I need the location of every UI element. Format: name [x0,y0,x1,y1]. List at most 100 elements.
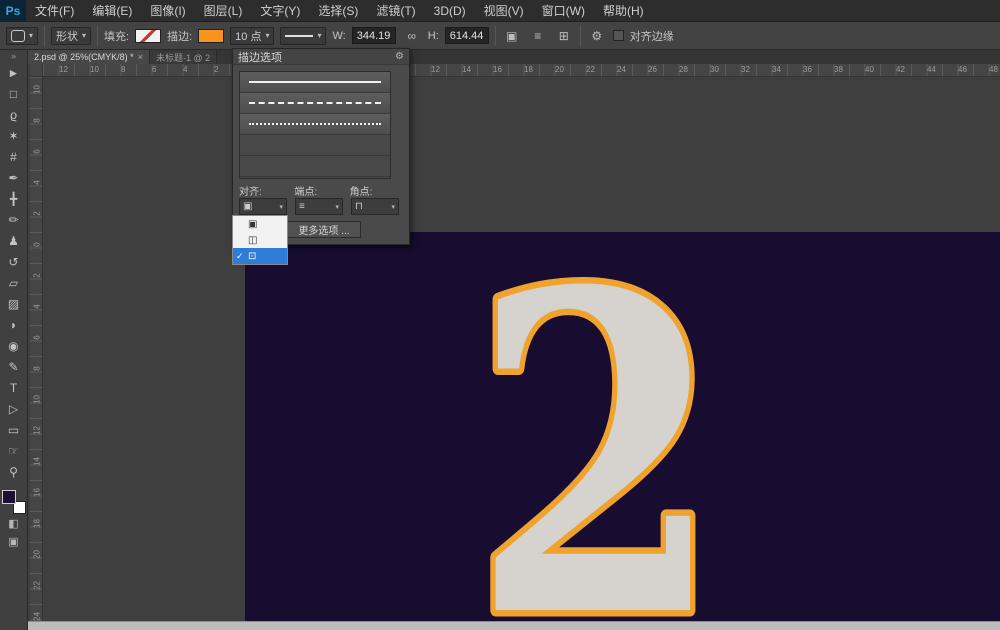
stroke-style-select[interactable]: ▾ [280,26,327,45]
quick-mask-icon[interactable]: ◧ [0,514,27,532]
type-tool[interactable]: T [0,377,27,398]
document-canvas[interactable]: 2 [245,191,1000,630]
h-ruler-label: 4 [183,65,188,74]
menu-item-视图(V)[interactable]: 视图(V) [475,0,533,22]
menu-item-窗口(W)[interactable]: 窗口(W) [533,0,594,22]
horizontal-ruler: 1210864202468101214161820222426283032343… [43,64,1000,77]
caps-combo[interactable]: ≡ ▾ [295,198,343,215]
menu-item-选择(S)[interactable]: 选择(S) [309,0,367,22]
width-input[interactable]: 344.19 [351,27,396,44]
more-options-button[interactable]: 更多选项 ... [287,221,361,238]
move-tool-icon: ► [7,65,20,80]
menu-item-图像(I)[interactable]: 图像(I) [141,0,194,22]
gear-icon[interactable]: ⚙ [587,27,607,45]
pen-tool[interactable]: ✎ [0,356,27,377]
path-operations-icon[interactable]: ▣ [502,27,522,45]
tool-mode-select[interactable]: 形状 ▾ [51,26,92,45]
clone-stamp-tool[interactable]: ♟ [0,230,27,251]
h-ruler-label: 20 [555,65,564,74]
hand-tool[interactable]: ☞ [0,440,27,461]
h-ruler-label: 38 [834,65,843,74]
menu-item-帮助(H)[interactable]: 帮助(H) [594,0,653,22]
v-ruler-label: 20 [32,550,42,559]
lasso-tool[interactable]: ϱ [0,104,27,125]
h-ruler-label: 18 [524,65,533,74]
dodge-tool-icon: ◉ [8,338,19,353]
v-ruler-label: 8 [32,118,42,123]
align-edges-label: 对齐边缘 [629,30,674,43]
menu-items: 文件(F) 编辑(E) 图像(I) 图层(L) 文字(Y) 选择(S) 滤镜(T) 3D(D)… [26,0,653,22]
dodge-tool[interactable]: ◉ [0,335,27,356]
menu-item-滤镜(T)[interactable]: 滤镜(T) [367,0,424,22]
eraser-tool[interactable]: ▱ [0,272,27,293]
corners-combo[interactable]: ⊓ ▾ [351,198,399,215]
foreground-color-swatch[interactable] [2,490,16,504]
width-value: 344.19 [356,29,391,42]
stroke-align-inside[interactable]: ✓▣ [233,216,287,232]
separator [44,25,46,46]
stroke-style-row-dashed[interactable] [240,93,390,114]
stroke-style-row-solid[interactable] [240,72,390,93]
tool-preset-picker[interactable]: ▾ [6,26,39,45]
crop-tool[interactable]: # [0,146,27,167]
stroke-width-field[interactable]: 10 点 ▾ [230,26,275,45]
stroke-style-row-empty[interactable] [240,135,390,156]
brush-tool[interactable]: ✏ [0,209,27,230]
align-combo[interactable]: ▣ ▾ [239,198,287,215]
screen-mode-icon[interactable]: ▣ [0,532,27,550]
menu-item-3D(D)[interactable]: 3D(D) [425,0,475,22]
shape-tool-icon: ▭ [7,422,20,437]
magic-wand-tool[interactable]: ✶ [0,125,27,146]
tool-mode-label: 形状 [56,30,79,43]
chevron-down-icon: ▾ [265,31,270,40]
collapse-panel-icon[interactable]: » [0,50,27,62]
document-tab-bar: 2.psd @ 25%(CMYK/8) * × 未标题-1 @ 2 [28,50,1000,64]
close-icon[interactable]: × [138,52,143,62]
v-ruler-label: 8 [32,366,42,371]
healing-brush-tool-icon: ╋ [9,191,18,206]
h-ruler-label: 14 [462,65,471,74]
document-tab-active[interactable]: 2.psd @ 25%(CMYK/8) * × [28,50,150,64]
color-control[interactable] [2,490,26,514]
menu-item-文件(F)[interactable]: 文件(F) [26,0,83,22]
stroke-style-row-empty[interactable] [240,156,390,177]
h-ruler-label: 40 [865,65,874,74]
gear-icon[interactable]: ⚙ [395,51,404,62]
gradient-tool[interactable]: ▨ [0,293,27,314]
shape-tool[interactable]: ▭ [0,419,27,440]
history-brush-tool[interactable]: ↺ [0,251,27,272]
document-tab[interactable]: 未标题-1 @ 2 [149,50,218,64]
menu-item-文字(Y)[interactable]: 文字(Y) [251,0,309,22]
stroke-align-outside[interactable]: ✓ ⊡ [233,248,287,264]
healing-brush-tool[interactable]: ╋ [0,188,27,209]
link-wh-icon[interactable]: ∞ [402,27,422,45]
align-edges-checkbox[interactable] [612,30,624,41]
menu-item-图层(L)[interactable]: 图层(L) [195,0,252,22]
v-ruler-label: 16 [32,488,42,497]
crop-tool-icon: # [10,149,17,164]
path-alignment-icon[interactable]: ≡ [528,27,548,45]
stroke-align-center[interactable]: ✓◫ [233,232,287,248]
eyedropper-tool[interactable]: ✒ [0,167,27,188]
magic-wand-tool-icon: ✶ [8,128,19,143]
path-arrangement-icon[interactable]: ⊞ [554,27,574,45]
document-tab-title: 未标题-1 @ 2 [155,52,211,63]
path-select-tool[interactable]: ▷ [0,398,27,419]
corners-label: 角点: [349,187,373,198]
move-tool[interactable]: ► [0,62,27,83]
h-ruler-label: 8 [121,65,126,74]
blur-tool[interactable]: ◗ [0,314,27,335]
v-ruler-label: 14 [32,457,42,466]
marquee-tool[interactable]: □ [0,83,27,104]
zoom-tool[interactable]: ⚲ [0,461,27,482]
fill-swatch[interactable] [135,28,162,43]
menu-item-编辑(E)[interactable]: 编辑(E) [83,0,141,22]
v-ruler-label: 4 [32,180,42,185]
height-input[interactable]: 614.44 [444,27,489,44]
status-bar [28,621,1000,630]
stroke-swatch[interactable] [198,28,225,43]
h-ruler-label: 44 [927,65,936,74]
separator [579,25,581,46]
h-ruler-label: 42 [896,65,905,74]
stroke-style-row-dotted[interactable] [240,114,390,135]
